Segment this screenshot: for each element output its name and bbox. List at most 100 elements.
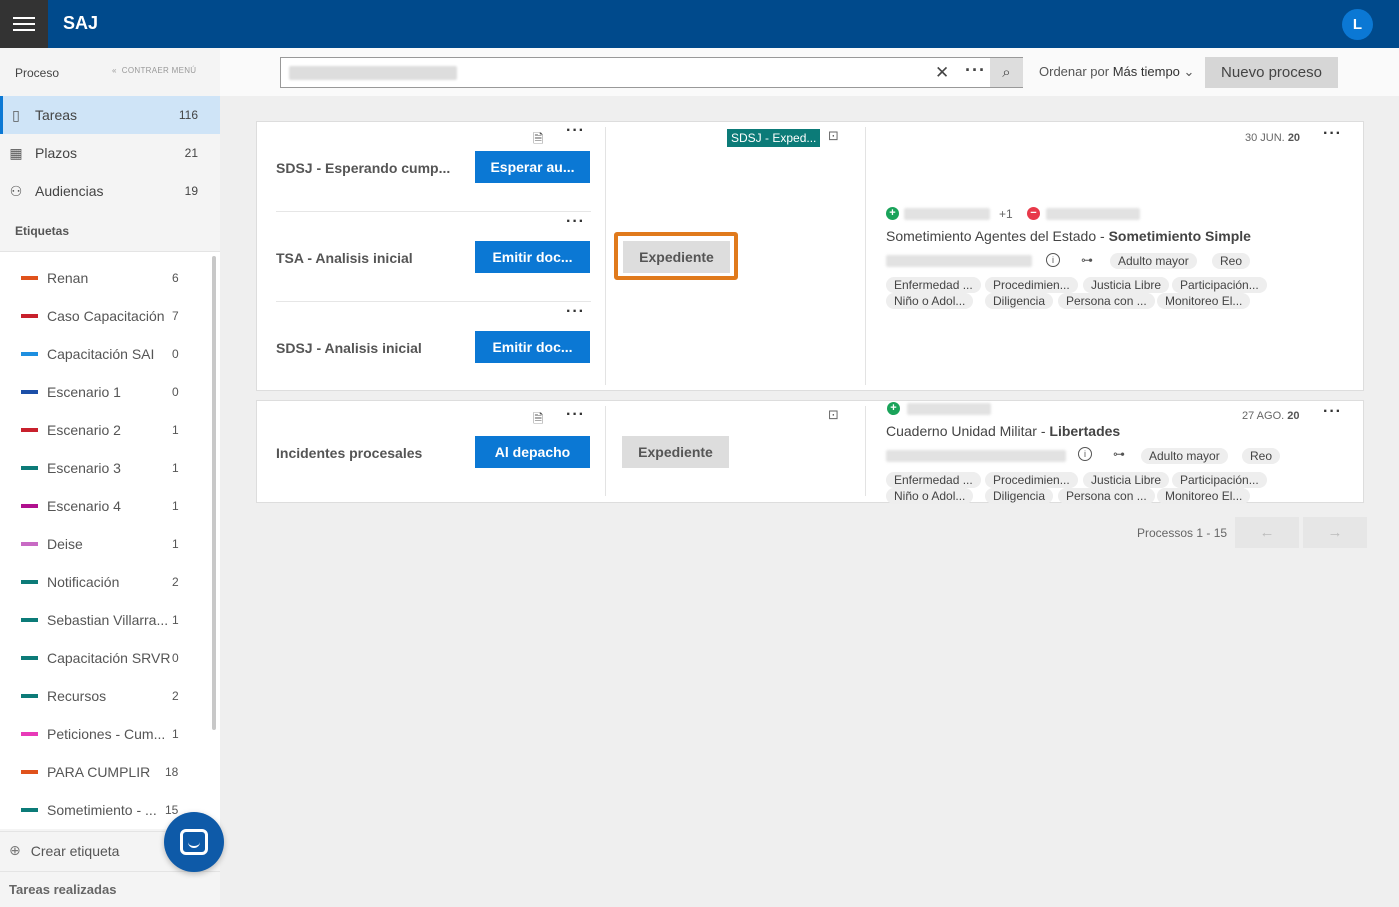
search-more-options-icon[interactable]: ···: [965, 60, 986, 81]
tag-item-escenario-1[interactable]: Escenario 1 0: [0, 373, 200, 411]
hamburger-menu-icon[interactable]: [0, 0, 48, 48]
document-clock-icon[interactable]: 🗎: [533, 410, 543, 432]
redacted-name: [907, 403, 991, 415]
tag-label: Notificación: [47, 574, 120, 590]
tag-item-para-cumplir[interactable]: PARA CUMPLIR 18: [0, 753, 200, 791]
document-clock-icon[interactable]: 🗎: [533, 130, 543, 152]
tag-color-swatch: [21, 390, 38, 394]
sidebar-item-label: Audiencias: [35, 183, 104, 199]
sidebar-item-audiencias[interactable]: ⚇ Audiencias 19: [0, 172, 220, 210]
hierarchy-icon[interactable]: ⊶: [1081, 253, 1093, 267]
process-tag[interactable]: SDSJ - Exped...: [727, 129, 821, 147]
user-avatar[interactable]: L: [1342, 9, 1373, 40]
tag-item-peticiones-cum[interactable]: Peticiones - Cum... 1: [0, 715, 200, 753]
sidebar-item-plazos[interactable]: ▦ Plazos 21: [0, 134, 220, 172]
sidebar-item-tareas[interactable]: ▯ Tareas 116: [0, 96, 220, 134]
search-input[interactable]: ✕ ··· ⌕: [280, 57, 1023, 88]
tag-item-sebastian-villarra[interactable]: Sebastian Villarra... 1: [0, 601, 200, 639]
card-divider: [605, 406, 606, 496]
tag-item-notificacion[interactable]: Notificación 2: [0, 563, 200, 601]
redacted-name: [1046, 208, 1140, 220]
pagination-label: Processos 1 - 15: [1137, 526, 1228, 540]
tag-item-renan[interactable]: Renan 6: [0, 259, 200, 297]
tag-item-escenario-3[interactable]: Escenario 3 1: [0, 449, 200, 487]
sort-value: Más tiempo: [1112, 64, 1180, 79]
tareas-realizadas-link[interactable]: Tareas realizadas: [0, 871, 220, 907]
add-tag-icon[interactable]: ⊡: [828, 407, 839, 423]
next-page-button[interactable]: →: [1303, 517, 1367, 548]
process-options-icon[interactable]: ···: [1323, 125, 1342, 143]
tag-count: 0: [172, 347, 179, 361]
expediente-button[interactable]: Expediente: [623, 241, 730, 273]
search-redacted-text: [289, 66, 457, 80]
task-separator: [276, 301, 591, 302]
tag-count: 0: [172, 651, 179, 665]
tag-pill: Adulto mayor: [1110, 253, 1197, 269]
sort-prefix: Ordenar por: [1039, 64, 1110, 79]
tag-pill: Persona con ...: [1058, 293, 1155, 309]
tag-pill: Enfermedad ...: [886, 472, 981, 488]
chevron-down-icon: ⌄: [1183, 64, 1195, 79]
process-options-icon[interactable]: ···: [1323, 403, 1342, 421]
tag-pill: Niño o Adol...: [886, 488, 974, 504]
tag-label: Peticiones - Cum...: [47, 726, 166, 742]
top-bar: SAJ L: [0, 0, 1399, 48]
sort-dropdown[interactable]: Ordenar por Más tiempo ⌄: [1039, 64, 1194, 80]
tag-item-recursos[interactable]: Recursos 2: [0, 677, 200, 715]
task-options-icon[interactable]: ···: [566, 213, 585, 231]
tag-count: 6: [172, 271, 179, 285]
tag-item-capacitacion-srvr[interactable]: Capacitación SRVR 0: [0, 639, 200, 677]
task-options-icon[interactable]: ···: [566, 406, 585, 424]
info-icon[interactable]: i: [1078, 447, 1092, 461]
tag-list-scrollbar[interactable]: [212, 256, 216, 730]
tag-color-swatch: [21, 542, 38, 546]
expediente-button[interactable]: Expediente: [622, 436, 729, 468]
tag-item-deise[interactable]: Deise 1: [0, 525, 200, 563]
tag-item-capacitacion-sai[interactable]: Capacitación SAI 0: [0, 335, 200, 373]
tag-pill: Diligencia: [985, 293, 1054, 309]
chat-support-button[interactable]: [164, 812, 224, 872]
redacted-case-number: [886, 450, 1066, 462]
minus-participant-icon: −: [1027, 207, 1040, 220]
tag-color-swatch: [21, 732, 38, 736]
app-title: SAJ: [63, 13, 99, 33]
hierarchy-icon[interactable]: ⊶: [1113, 447, 1125, 461]
sidebar-item-count: 21: [184, 146, 198, 160]
task-options-icon[interactable]: ···: [566, 122, 585, 140]
extra-participants-count[interactable]: +1: [999, 207, 1013, 221]
tag-item-escenario-2[interactable]: Escenario 2 1: [0, 411, 200, 449]
tag-item-escenario-4[interactable]: Escenario 4 1: [0, 487, 200, 525]
etiquetas-header: Etiquetas: [15, 224, 70, 238]
nuevo-proceso-button[interactable]: Nuevo proceso: [1205, 57, 1338, 88]
tag-pill: Procedimien...: [985, 277, 1078, 293]
collapse-menu-button[interactable]: « CONTRAER MENÚ: [112, 66, 196, 75]
calendar-icon: ▦: [9, 144, 23, 161]
clear-search-icon[interactable]: ✕: [935, 63, 949, 83]
task-options-icon[interactable]: ···: [566, 303, 585, 321]
previous-page-button[interactable]: ←: [1235, 517, 1299, 548]
tag-label: Sebastian Villarra...: [47, 612, 169, 628]
tag-pill: Procedimien...: [985, 472, 1078, 488]
case-title[interactable]: Cuaderno Unidad Militar - Libertades: [886, 423, 1120, 439]
task-action-button[interactable]: Emitir doc...: [475, 331, 590, 363]
search-icon[interactable]: ⌕: [990, 58, 1023, 87]
info-icon[interactable]: i: [1046, 253, 1060, 267]
sidebar-item-count: 19: [184, 184, 198, 198]
tag-pill: Niño o Adol...: [886, 293, 974, 309]
card-divider: [865, 406, 866, 496]
add-tag-icon[interactable]: ⊡: [828, 128, 839, 144]
tag-label: PARA CUMPLIR: [47, 764, 151, 780]
tag-count: 2: [172, 689, 179, 703]
case-title[interactable]: Sometimiento Agentes del Estado - Someti…: [886, 228, 1251, 244]
task-action-button[interactable]: Al depacho: [475, 436, 590, 468]
tag-pill: Justicia Libre: [1083, 277, 1170, 293]
tag-item-caso-capacitacion[interactable]: Caso Capacitación 7: [0, 297, 200, 335]
task-action-button[interactable]: Esperar au...: [475, 151, 590, 183]
tag-label: Escenario 3: [47, 460, 121, 476]
tag-label: Renan: [47, 270, 89, 286]
tag-label: Capacitación SRVR: [47, 650, 171, 666]
tag-color-swatch: [21, 656, 38, 660]
task-action-button[interactable]: Emitir doc...: [475, 241, 590, 273]
bookmark-icon: ▯: [12, 106, 20, 123]
tag-pill: Reo: [1212, 253, 1251, 269]
